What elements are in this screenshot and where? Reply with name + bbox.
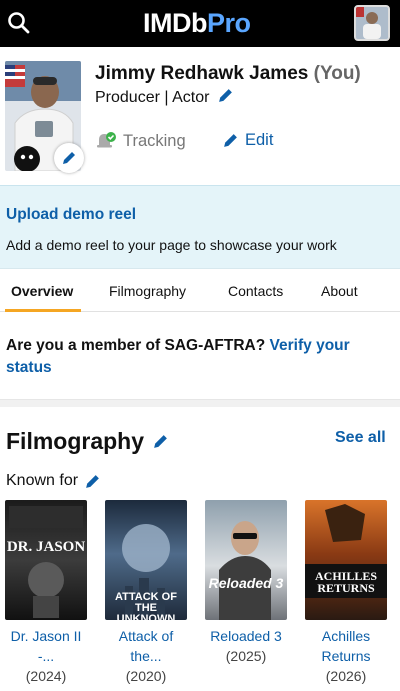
tab-overview[interactable]: Overview [11, 270, 73, 312]
film-card-2[interactable]: ATTACK OF THE UNKNOWN Attack of the... (… [105, 500, 187, 686]
film-year: (2026) [325, 668, 367, 684]
roles-text: Producer | Actor [95, 89, 210, 106]
demo-reel-description: Add a demo reel to your page to showcase… [6, 237, 337, 253]
film-poster[interactable]: Reloaded 3 [205, 500, 287, 620]
film-card-3[interactable]: Reloaded 3 Reloaded 3 (2025) [205, 500, 287, 666]
pencil-icon [63, 152, 75, 164]
poster-art-icon [219, 521, 271, 620]
film-year: (2024) [25, 668, 67, 684]
film-year: (2020) [125, 668, 167, 684]
film-poster[interactable]: ATTACK OF THE UNKNOWN [105, 500, 187, 620]
film-poster[interactable]: ACHILLES RETURNS [305, 500, 387, 620]
film-card-4[interactable]: ACHILLES RETURNS Achilles Returns (2026) [305, 500, 387, 686]
account-avatar-button[interactable] [354, 5, 390, 41]
profile-name-text: Jimmy Redhawk James [95, 63, 309, 84]
tab-filmography[interactable]: Filmography [109, 270, 186, 312]
known-for-carousel: DR. JASON Dr. Jason II -... (2024) ATTAC… [0, 500, 400, 691]
see-all-link[interactable]: See all [335, 429, 386, 447]
film-title[interactable]: Reloaded 3 [205, 626, 287, 646]
logo-pro-text: Pro [206, 8, 251, 38]
demo-reel-banner: Upload demo reel Add a demo reel to your… [0, 185, 400, 269]
user-avatar-icon [356, 7, 388, 39]
edit-label: Edit [245, 131, 274, 149]
roles-edit-pencil-icon[interactable] [217, 87, 234, 109]
tracking-button[interactable]: Tracking [95, 131, 186, 151]
sag-aftra-prompt: Are you a member of SAG-AFTRA? Verify yo… [6, 335, 386, 379]
imdbpro-logo[interactable]: IMDbPro [143, 6, 251, 40]
poster-art-icon [305, 504, 387, 598]
poster-title-text: ATTACK OF THE UNKNOWN [115, 591, 177, 621]
film-title[interactable]: Attack of the... [105, 626, 187, 666]
tab-about[interactable]: About [321, 270, 358, 312]
filmography-heading: Filmography [6, 428, 169, 455]
bell-check-icon [97, 132, 116, 148]
known-for-heading: Known for [6, 472, 101, 490]
poster-art-icon [9, 506, 83, 618]
top-bar: IMDbPro [0, 0, 400, 47]
profile-header: Jimmy Redhawk James (You) Producer | Act… [0, 47, 400, 185]
section-divider [0, 399, 400, 407]
profile-roles: Producer | Actor [95, 87, 234, 109]
pencil-icon[interactable] [152, 433, 169, 450]
tracking-label: Tracking [123, 131, 186, 150]
active-tab-indicator [5, 309, 81, 312]
pencil-icon [224, 134, 237, 147]
film-title[interactable]: Dr. Jason II -... [5, 626, 87, 666]
film-poster[interactable]: DR. JASON [5, 500, 87, 620]
poster-title-text: ACHILLES RETURNS [314, 569, 378, 595]
sag-question: Are you a member of SAG-AFTRA? [6, 337, 266, 354]
poster-title-text: Reloaded 3 [208, 575, 284, 591]
profile-name: Jimmy Redhawk James (You) [95, 63, 361, 85]
filmography-title: Filmography [6, 428, 145, 454]
profile-tabs: Overview Filmography Contacts About [0, 270, 400, 312]
photo-edit-button[interactable] [54, 143, 84, 173]
logo-imdb-text: IMDb [143, 8, 207, 38]
upload-demo-reel-link[interactable]: Upload demo reel [6, 206, 136, 224]
film-card-1[interactable]: DR. JASON Dr. Jason II -... (2024) [5, 500, 87, 686]
film-title[interactable]: Achilles Returns [305, 626, 387, 666]
search-icon[interactable] [6, 10, 32, 36]
film-year: (2025) [225, 648, 267, 664]
tab-contacts[interactable]: Contacts [228, 270, 283, 312]
you-tag: (You) [313, 63, 361, 84]
pencil-icon[interactable] [84, 473, 101, 490]
known-for-label: Known for [6, 472, 79, 489]
edit-profile-button[interactable]: Edit [222, 131, 273, 150]
